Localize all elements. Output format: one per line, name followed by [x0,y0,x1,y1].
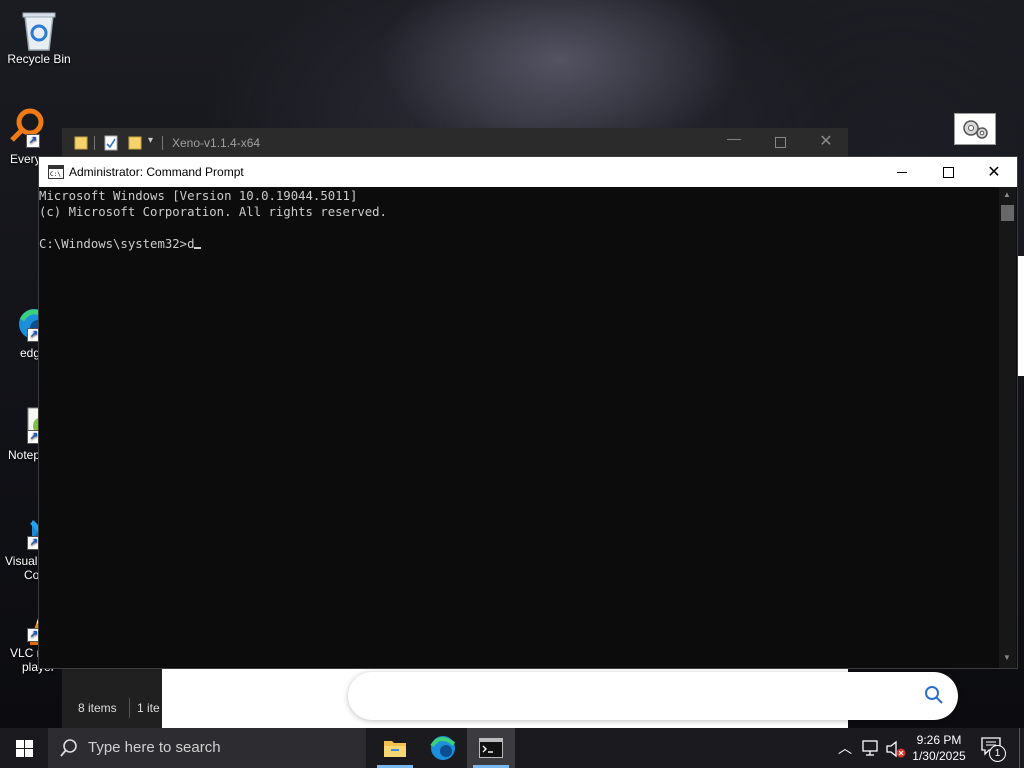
explorer-title: Xeno-v1.1.4-x64 [172,136,261,150]
cmd-vertical-scrollbar[interactable]: ▲ ▼ [999,187,1016,668]
volume-muted-icon[interactable] [885,739,907,759]
shortcut-arrow-icon: ↗ [26,134,40,148]
explorer-title-bar[interactable]: ▾ Xeno-v1.1.4-x64 — ✕ [62,128,848,158]
cmd-title-bar[interactable]: C:\ Administrator: Command Prompt ✕ [39,157,1017,187]
taskbar: Type here to search ︿ 9:26 PM 1/30/2025 … [0,728,1024,768]
explorer-minimize-button[interactable]: — [714,130,754,156]
taskbar-app-command-prompt[interactable] [467,728,515,768]
minimize-icon [897,171,907,173]
folder-icon [74,136,88,150]
scrollbar-thumb[interactable] [1001,205,1014,221]
desktop-icon-recycle-bin[interactable]: Recycle Bin [1,8,77,66]
edge-icon [430,736,456,760]
clock-date: 1/30/2025 [912,749,966,763]
system-clock[interactable]: 9:26 PM 1/30/2025 [910,732,968,764]
status-selected-count: 1 ite [137,701,160,715]
scroll-up-arrow-icon[interactable]: ▲ [1003,190,1011,199]
cmd-close-button[interactable]: ✕ [971,157,1017,187]
explorer-status-bar: 8 items 1 ite [62,666,162,728]
svg-text:C:\: C:\ [50,171,61,178]
file-explorer-icon [384,741,406,757]
start-button[interactable] [0,728,48,768]
command-prompt-window[interactable]: C:\ Administrator: Command Prompt ✕ Micr… [38,156,1018,669]
windows-logo-icon [15,739,33,757]
console-line: (c) Microsoft Corporation. All rights re… [39,205,387,219]
explorer-close-button[interactable]: ✕ [806,131,846,157]
new-folder-icon[interactable] [128,136,142,150]
divider [94,136,95,150]
console-line: Microsoft Windows [Version 10.0.19044.50… [39,189,358,203]
divider [162,136,163,150]
maximize-icon [774,137,786,148]
everything-search-icon: ↗ [4,108,44,148]
recycle-bin-icon [19,8,59,51]
taskbar-search-box[interactable]: Type here to search [48,728,366,768]
cmd-maximize-button[interactable] [925,157,971,187]
show-desktop-button[interactable] [1019,728,1024,768]
cmd-console-output[interactable]: Microsoft Windows [Version 10.0.19044.50… [39,187,999,668]
explorer-maximize-button[interactable] [760,130,800,156]
command-prompt-icon [479,738,503,758]
command-prompt-icon: C:\ [48,165,64,179]
properties-checkmark-icon[interactable] [104,135,118,151]
cmd-title: Administrator: Command Prompt [69,165,244,179]
close-icon: ✕ [987,164,1001,181]
console-input-text: C:\Windows\system32>d [39,237,195,251]
search-icon [60,739,77,757]
settings-gear-widget[interactable] [954,113,996,145]
show-hidden-icons-chevron-icon[interactable]: ︿ [838,738,852,758]
scroll-down-arrow-icon[interactable]: ▼ [1003,653,1011,662]
maximize-icon [942,166,954,178]
cmd-minimize-button[interactable] [879,157,925,187]
quick-access-dropdown-icon[interactable]: ▾ [148,135,153,146]
divider [129,698,130,718]
taskbar-app-edge[interactable] [419,728,467,768]
clock-time: 9:26 PM [916,733,962,747]
notification-center-button[interactable]: 1 [980,736,1006,762]
desktop-icon-label: Recycle Bin [7,52,71,66]
taskbar-app-file-explorer[interactable] [371,728,419,768]
text-cursor [194,247,202,249]
search-icon[interactable] [924,685,944,705]
status-item-count: 8 items [78,701,117,715]
web-search-box[interactable] [348,672,958,720]
network-icon[interactable] [862,740,880,756]
notification-count-badge: 1 [989,745,1006,762]
taskbar-search-placeholder: Type here to search [88,739,221,756]
gears-icon [963,120,988,139]
console-prompt-line[interactable]: C:\Windows\system32>d [39,236,202,252]
